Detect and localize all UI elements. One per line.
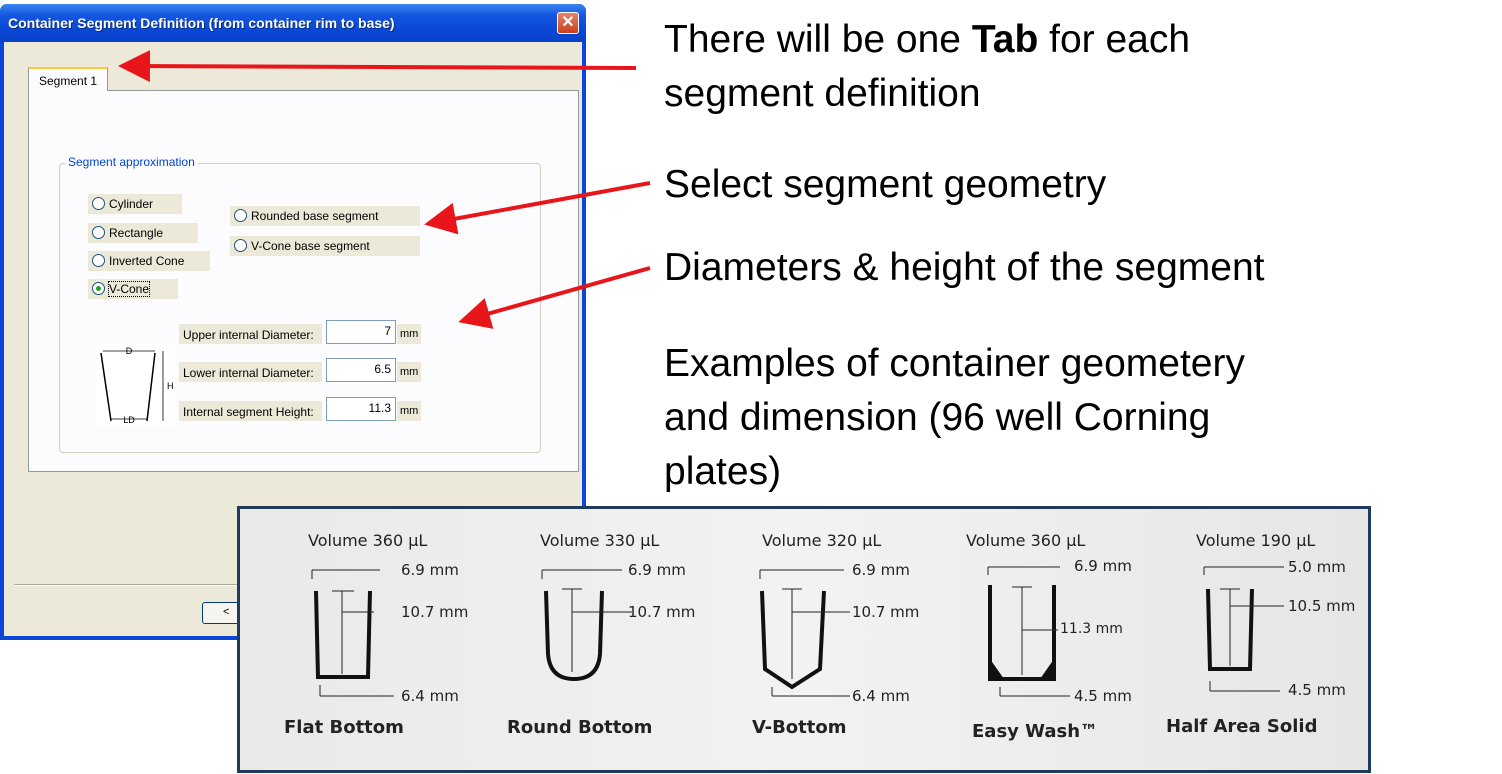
radio-circle-icon bbox=[234, 209, 247, 222]
segment-height-label: Internal segment Height: bbox=[179, 401, 322, 421]
radio-rectangle[interactable]: Rectangle bbox=[88, 223, 198, 243]
diagram-ld-label: LD bbox=[123, 415, 135, 425]
radio-checked-icon bbox=[92, 282, 105, 295]
well-bottom-diameter: 6.4 mm bbox=[852, 687, 910, 705]
well-volume: Volume 320 µL bbox=[762, 531, 882, 550]
radio-circle-icon bbox=[234, 239, 247, 252]
well-half-area-solid: Volume 190 µL 5.0 mm 10.5 mm 4.5 mm Half… bbox=[1166, 509, 1416, 769]
well-round-bottom: Volume 330 µL 6.9 mm 10.7 mm Round Botto… bbox=[507, 509, 756, 769]
dialog-title: Container Segment Definition (from conta… bbox=[8, 15, 395, 31]
radio-inverted-cone[interactable]: Inverted Cone bbox=[88, 251, 210, 271]
well-bottom-diameter: 4.5 mm bbox=[1074, 687, 1132, 705]
well-name: Easy Wash™ bbox=[972, 721, 1099, 742]
radio-label: Rounded base segment bbox=[251, 209, 379, 223]
annotation-diameters: Diameters & height of the segment bbox=[664, 246, 1265, 289]
well-volume: Volume 360 µL bbox=[308, 531, 428, 550]
well-name: Half Area Solid bbox=[1166, 716, 1318, 737]
close-button[interactable]: ✕ bbox=[557, 12, 579, 34]
well-flat-bottom: Volume 360 µL 6.9 mm 10.7 mm 6.4 mm Flat… bbox=[284, 509, 518, 769]
well-volume: Volume 330 µL bbox=[540, 531, 660, 550]
well-top-diameter: 6.9 mm bbox=[401, 561, 459, 579]
well-name: V-Bottom bbox=[752, 717, 847, 738]
well-height: 10.5 mm bbox=[1288, 597, 1356, 615]
radio-label: Inverted Cone bbox=[109, 254, 185, 268]
well-height: 11.3 mm bbox=[1060, 621, 1123, 637]
annotation-text: Examples of container geometery bbox=[664, 342, 1245, 385]
annotation-text: and dimension (96 well Corning bbox=[664, 396, 1211, 439]
annotation-text: plates) bbox=[664, 450, 782, 493]
radio-label: V-Cone base segment bbox=[251, 239, 370, 253]
radio-cylinder[interactable]: Cylinder bbox=[88, 194, 182, 214]
corning-wells-image: Volume 360 µL 6.9 mm 10.7 mm 6.4 mm Flat… bbox=[237, 506, 1371, 773]
well-bottom-diameter: 6.4 mm bbox=[401, 687, 459, 705]
back-button[interactable]: < bbox=[202, 602, 242, 624]
well-name: Round Bottom bbox=[507, 717, 653, 738]
upper-diameter-unit: mm bbox=[397, 324, 422, 344]
v-cone-diagram: D H LD bbox=[95, 343, 175, 427]
well-top-diameter: 5.0 mm bbox=[1288, 558, 1346, 576]
annotation-text: for each bbox=[1038, 18, 1191, 61]
segment-height-input[interactable]: 11.3 bbox=[326, 397, 396, 421]
well-easy-wash: Volume 360 µL 6.9 mm 11.3 mm 4.5 mm Easy… bbox=[966, 509, 1186, 769]
well-top-diameter: 6.9 mm bbox=[852, 561, 910, 579]
well-height: 10.7 mm bbox=[852, 603, 920, 621]
radio-v-cone-base-segment[interactable]: V-Cone base segment bbox=[230, 236, 420, 256]
well-volume: Volume 360 µL bbox=[966, 531, 1086, 550]
radio-label: Cylinder bbox=[109, 197, 154, 211]
radio-circle-icon bbox=[92, 197, 105, 210]
annotation-text: segment definition bbox=[664, 72, 981, 115]
well-top-diameter: 6.9 mm bbox=[1074, 557, 1132, 575]
well-top-diameter: 6.9 mm bbox=[628, 561, 686, 579]
annotation-geometry: Select segment geometry bbox=[664, 163, 1107, 206]
radio-label: V-Cone bbox=[107, 281, 151, 297]
well-height: 10.7 mm bbox=[628, 603, 696, 621]
well-name: Flat Bottom bbox=[284, 717, 404, 738]
segment-height-unit: mm bbox=[397, 401, 422, 421]
lower-diameter-unit: mm bbox=[397, 362, 422, 382]
v-cone-diagram-icon: D H LD bbox=[100, 346, 174, 425]
lower-diameter-input[interactable]: 6.5 bbox=[326, 358, 396, 382]
upper-diameter-input[interactable]: 7 bbox=[326, 320, 396, 344]
upper-diameter-label: Upper internal Diameter: bbox=[179, 324, 322, 344]
radio-circle-icon bbox=[92, 226, 105, 239]
radio-v-cone[interactable]: V-Cone bbox=[88, 279, 178, 299]
radio-rounded-base-segment[interactable]: Rounded base segment bbox=[230, 206, 420, 226]
diagram-h-label: H bbox=[167, 381, 174, 391]
radio-circle-icon bbox=[92, 254, 105, 267]
well-volume: Volume 190 µL bbox=[1196, 531, 1316, 550]
tab-panel: Segment approximation Cylinder Rectangle… bbox=[28, 90, 579, 472]
radio-label: Rectangle bbox=[109, 226, 164, 240]
group-label: Segment approximation bbox=[65, 155, 198, 169]
lower-diameter-label: Lower internal Diameter: bbox=[179, 362, 322, 382]
annotation-examples: Examples of container geometery and dime… bbox=[664, 337, 1245, 499]
well-v-bottom: Volume 320 µL 6.9 mm 10.7 mm 6.4 mm V-Bo… bbox=[752, 509, 978, 769]
annotation-bold-text: Tab bbox=[971, 18, 1039, 61]
well-bottom-diameter: 4.5 mm bbox=[1288, 681, 1346, 699]
well-height: 10.7 mm bbox=[401, 603, 469, 621]
annotation-text: There will be one bbox=[664, 18, 972, 61]
annotation-tab: There will be one Tab for each segment d… bbox=[664, 13, 1190, 121]
diagram-d-label: D bbox=[126, 346, 133, 356]
dialog-titlebar[interactable]: Container Segment Definition (from conta… bbox=[0, 4, 586, 42]
tab-segment-1[interactable]: Segment 1 bbox=[28, 67, 108, 91]
